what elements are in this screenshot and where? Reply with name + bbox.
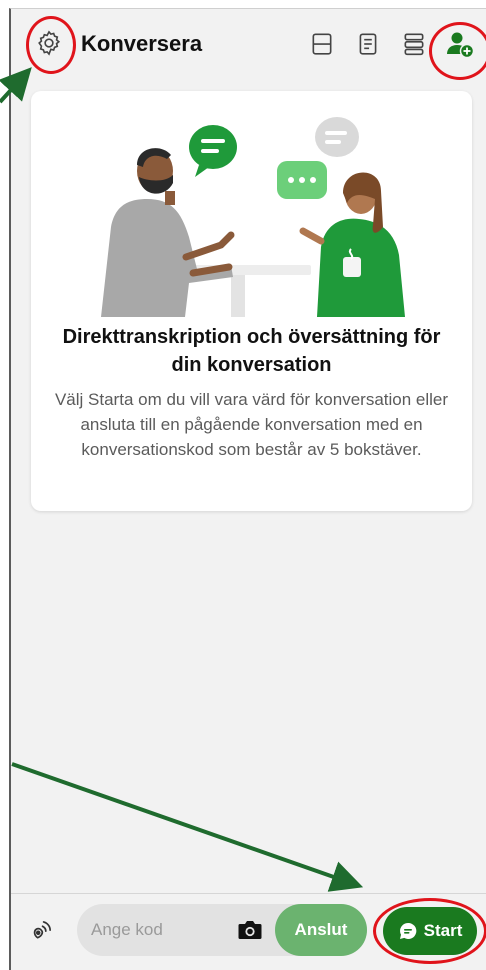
conversation-illustration — [101, 117, 405, 317]
camera-icon[interactable] — [237, 918, 263, 942]
card-title: Direkttranskription och översättning för… — [62, 326, 441, 376]
proximity-signal-icon[interactable] — [29, 916, 55, 942]
highlight-circle — [26, 16, 76, 74]
highlight-circle — [429, 22, 486, 80]
app-window: Konversera Direkttranskription och övers… — [9, 8, 486, 970]
join-button[interactable]: Anslut — [275, 904, 367, 956]
split-layout-icon[interactable] — [309, 31, 335, 57]
highlight-circle — [373, 898, 486, 964]
header: Konversera — [11, 9, 486, 81]
join-button-label: Anslut — [294, 920, 348, 939]
document-icon[interactable] — [355, 31, 381, 57]
page-title: Konversera — [81, 31, 203, 56]
card-description: Välj Starta om du vill vara värd för kon… — [54, 390, 449, 459]
bottom-bar: Anslut Start — [11, 893, 486, 970]
intro-card: Direkttranskription och översättning för… — [31, 91, 472, 511]
list-icon[interactable] — [401, 31, 427, 57]
code-field: Anslut — [77, 904, 367, 956]
code-input[interactable] — [91, 904, 221, 956]
